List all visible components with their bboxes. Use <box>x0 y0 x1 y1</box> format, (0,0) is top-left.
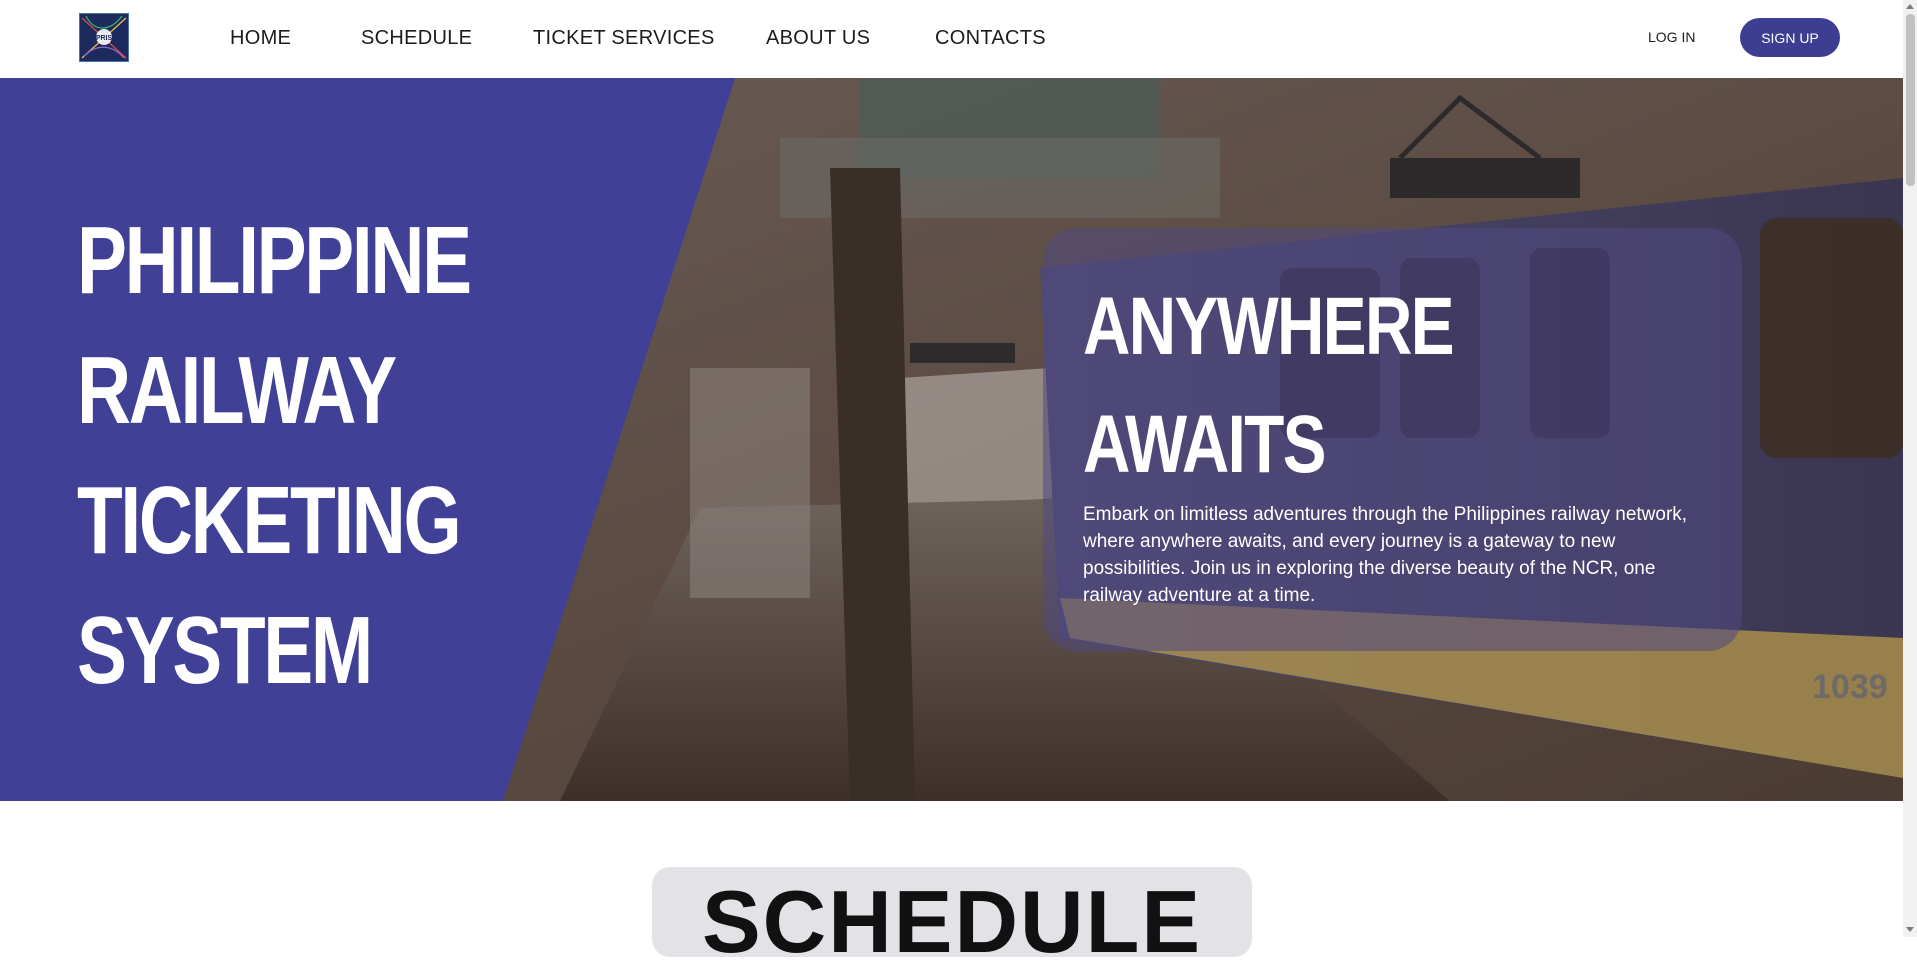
svg-text:PRIS: PRIS <box>96 35 113 42</box>
nav-home[interactable]: HOME <box>230 26 291 50</box>
hero-title-line: TICKETING <box>77 467 462 574</box>
nav-schedule[interactable]: SCHEDULE <box>361 26 472 50</box>
page-scrollbar[interactable] <box>1903 0 1917 937</box>
railway-logo-icon: PRIS <box>80 14 128 61</box>
hero-section: 1039 PHILIPPINE RAILWAY TICKETING SYSTEM… <box>0 78 1903 801</box>
card-description: Embark on limitless adventures through t… <box>1083 504 1688 606</box>
nav-about-us[interactable]: ABOUT US <box>766 26 870 50</box>
schedule-heading: SCHEDULE <box>701 872 1203 971</box>
hero-info-card: ANYWHERE AWAITS Embark on limitless adve… <box>1043 228 1742 651</box>
site-header: PRIS HOME SCHEDULE TICKET SERVICES ABOUT… <box>0 0 1903 78</box>
hero-title-line: RAILWAY <box>77 337 397 444</box>
scroll-down-arrow-icon[interactable] <box>1906 927 1914 932</box>
scroll-up-arrow-icon[interactable] <box>1906 4 1914 9</box>
nav-contacts[interactable]: CONTACTS <box>935 26 1046 50</box>
card-title: ANYWHERE AWAITS <box>1083 268 1454 504</box>
card-title-line: AWAITS <box>1083 399 1326 490</box>
card-title-line: ANYWHERE <box>1083 281 1454 372</box>
svg-text:1039: 1039 <box>1812 668 1888 706</box>
hero-title: PHILIPPINE RAILWAY TICKETING SYSTEM <box>77 196 472 716</box>
signup-button[interactable]: SIGN UP <box>1740 18 1840 57</box>
site-logo[interactable]: PRIS <box>79 13 129 62</box>
login-link[interactable]: LOG IN <box>1648 28 1695 46</box>
hero-title-line: PHILIPPINE <box>77 207 472 314</box>
schedule-section: SCHEDULE <box>652 867 1252 971</box>
scrollbar-thumb[interactable] <box>1906 14 1915 186</box>
hero-title-line: SYSTEM <box>77 597 373 704</box>
nav-ticket-services[interactable]: TICKET SERVICES <box>533 26 715 50</box>
